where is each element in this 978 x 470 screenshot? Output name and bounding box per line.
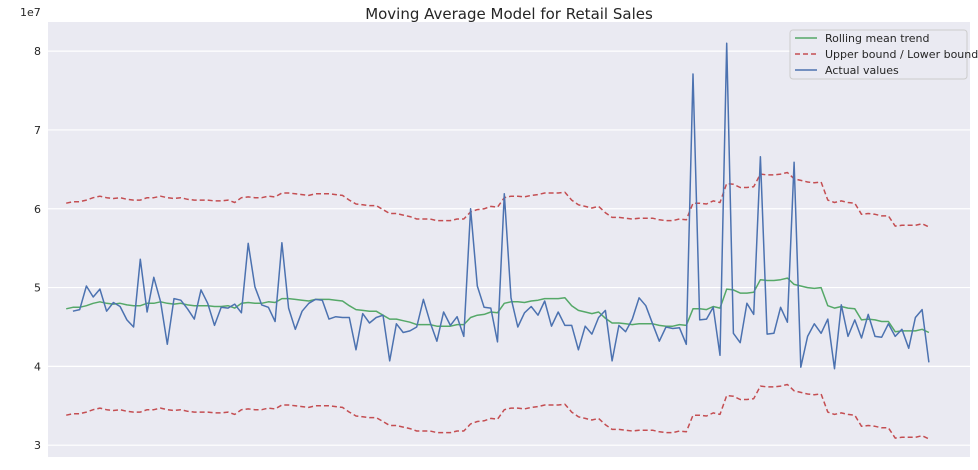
chart: 3 4 5 6 7 8 Moving Average Model for Retail S… [20, 5, 978, 457]
legend: Rolling mean trend Upper bound / Lower bo… [789, 29, 978, 80]
chart-title: Moving Average Model for Retail Sales [365, 5, 653, 23]
y-offset-label: 1e7 [20, 6, 41, 19]
y-axis: 3 4 5 6 7 8 [34, 45, 41, 452]
y-tick-label: 4 [34, 360, 41, 373]
y-tick-label: 8 [34, 45, 41, 58]
y-tick-label: 5 [34, 282, 41, 295]
y-tick-label: 7 [34, 124, 41, 137]
legend-label: Upper bound / Lower bound [825, 48, 978, 61]
y-tick-label: 3 [34, 439, 41, 452]
y-tick-label: 6 [34, 203, 41, 216]
legend-label: Actual values [825, 64, 899, 77]
plot-background [48, 22, 970, 457]
legend-label: Rolling mean trend [825, 32, 930, 45]
